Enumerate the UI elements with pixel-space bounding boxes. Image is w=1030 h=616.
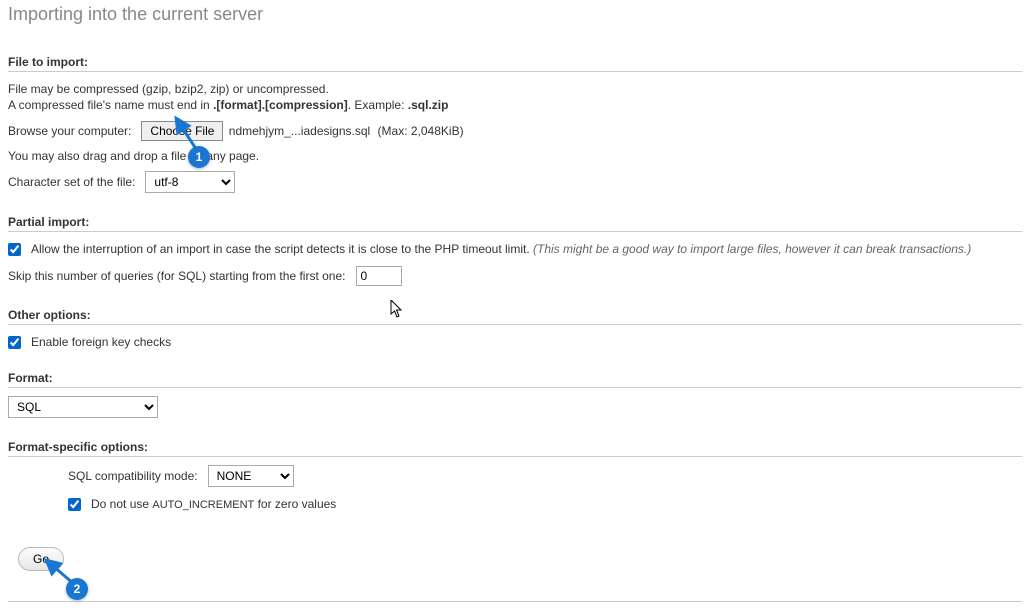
max-size: (Max: 2,048KiB) [378, 124, 464, 138]
noauto-suffix: for zero values [254, 497, 336, 511]
noauto-checkbox[interactable] [68, 498, 81, 511]
noauto-code: AUTO_INCREMENT [152, 499, 254, 511]
charset-row: Character set of the file: utf-8 [8, 171, 1022, 193]
charset-label: Character set of the file: [8, 175, 135, 189]
drag-drop-note: You may also drag and drop a file on any… [8, 149, 1022, 163]
compress-note-line2a: A compressed file's name must end in [8, 98, 213, 112]
skip-row: Skip this number of queries (for SQL) st… [8, 266, 1022, 286]
heading-file-import: File to import: [8, 55, 1022, 72]
page-title: Importing into the current server [8, 4, 1022, 25]
browse-row: Browse your computer: Choose File ndmehj… [8, 121, 1022, 141]
fk-row: Enable foreign key checks [8, 335, 1022, 349]
compress-note-line1: File may be compressed (gzip, bzip2, zip… [8, 82, 329, 96]
heading-format: Format: [8, 371, 1022, 388]
heading-other-options: Other options: [8, 308, 1022, 325]
divider [8, 601, 1022, 602]
compress-note: File may be compressed (gzip, bzip2, zip… [8, 82, 1022, 113]
heading-format-specific: Format-specific options: [8, 440, 1022, 457]
compat-row: SQL compatibility mode: NONE [68, 465, 1022, 487]
charset-select[interactable]: utf-8 [145, 171, 235, 193]
interrupt-label: Allow the interruption of an import in c… [31, 242, 530, 256]
section-other-options: Other options: Enable foreign key checks [8, 308, 1022, 349]
noauto-row: Do not use AUTO_INCREMENT for zero value… [68, 497, 1022, 511]
section-format-specific: Format-specific options: SQL compatibili… [8, 440, 1022, 511]
callout-1: 1 [188, 146, 210, 168]
browse-label: Browse your computer: [8, 124, 131, 138]
cursor-icon [390, 300, 404, 318]
fk-checkbox[interactable] [8, 336, 21, 349]
interrupt-note: (This might be a good way to import larg… [533, 242, 971, 256]
noauto-prefix: Do not use [91, 497, 152, 511]
compat-select[interactable]: NONE [208, 465, 294, 487]
interrupt-checkbox[interactable] [8, 243, 21, 256]
compress-note-format: .[format].[compression] [213, 98, 348, 112]
interrupt-row: Allow the interruption of an import in c… [8, 242, 1022, 256]
callout-2: 2 [66, 578, 88, 600]
section-partial-import: Partial import: Allow the interruption o… [8, 215, 1022, 286]
compress-note-line2c: . Example: [348, 98, 408, 112]
fk-label: Enable foreign key checks [31, 335, 171, 349]
skip-input[interactable] [356, 266, 402, 286]
skip-label: Skip this number of queries (for SQL) st… [8, 269, 345, 283]
selected-filename: ndmehjym_...iadesigns.sql [229, 124, 370, 138]
compat-label: SQL compatibility mode: [68, 469, 198, 483]
compress-note-example: .sql.zip [408, 98, 449, 112]
format-select[interactable]: SQL [8, 396, 158, 418]
section-file-import: File to import: File may be compressed (… [8, 55, 1022, 193]
section-format: Format: SQL [8, 371, 1022, 418]
heading-partial-import: Partial import: [8, 215, 1022, 232]
